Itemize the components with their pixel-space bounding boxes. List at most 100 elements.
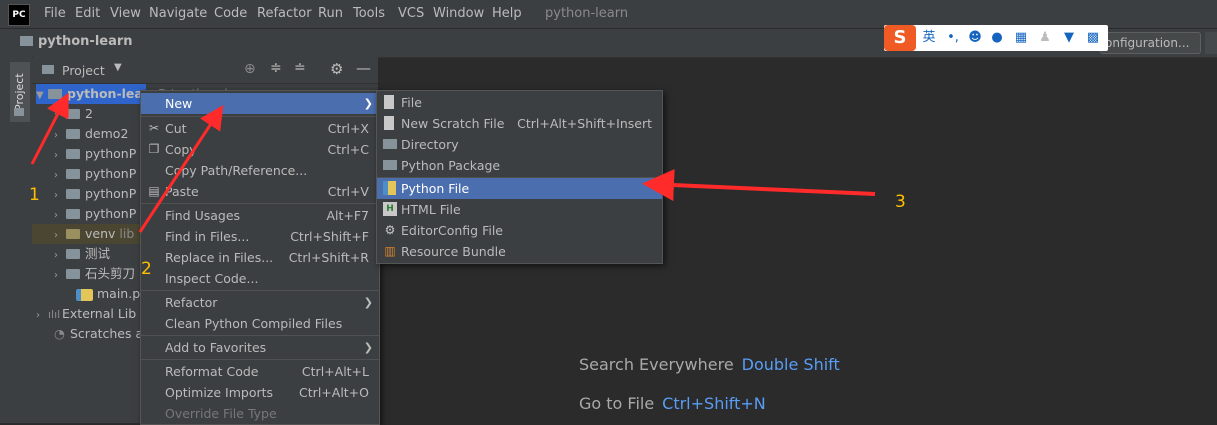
annotation-arrow-3 <box>642 169 876 202</box>
tree-row[interactable]: › pythonP <box>54 184 136 204</box>
ime-punct-toggle[interactable]: •, <box>944 29 962 47</box>
chevron-down-icon[interactable]: ▼ <box>114 62 122 73</box>
submenu-item-html-file[interactable]: H HTML File <box>377 199 662 220</box>
skin-icon[interactable]: ▼ <box>1060 29 1078 47</box>
ime-lang-toggle[interactable]: 英 <box>920 29 938 47</box>
menu-item-copy[interactable]: ❐ Copy Ctrl+C <box>141 139 379 160</box>
menu-item-cut[interactable]: ✂ Cut Ctrl+X <box>141 118 379 139</box>
folder-icon <box>42 65 54 74</box>
menu-item-clean-compiled[interactable]: Clean Python Compiled Files <box>141 313 379 334</box>
folder-icon <box>66 268 80 279</box>
emoji-icon[interactable]: ☻ <box>966 29 984 47</box>
folder-icon <box>66 108 80 119</box>
submenu-item-python-file[interactable]: Python File <box>377 178 662 199</box>
keyboard-icon[interactable]: ▦ <box>1012 29 1030 47</box>
menu-item-find-usages[interactable]: Find Usages Alt+F7 <box>141 205 379 226</box>
menu-item-paste[interactable]: ▤ Paste Ctrl+V <box>141 181 379 202</box>
menu-item-reformat-code[interactable]: Reformat Code Ctrl+Alt+L <box>141 361 379 382</box>
project-panel-header: Project ▼ ⊕ ≑ ≐ ⚙ — <box>32 57 378 84</box>
tree-item-label: 测试 <box>85 246 111 261</box>
annotation-label-1: 1 <box>29 185 40 205</box>
tree-row[interactable]: › pythonP <box>54 164 136 184</box>
menu-run[interactable]: Run <box>318 6 343 21</box>
tree-item-label: venv <box>85 226 116 241</box>
scratch-file-icon <box>384 116 394 130</box>
tree-row[interactable]: › demo2 <box>54 124 128 144</box>
menu-code[interactable]: Code <box>214 6 247 21</box>
chevron-right-icon: ❯ <box>363 97 373 110</box>
menu-view[interactable]: View <box>110 6 141 21</box>
menu-vcs[interactable]: VCS <box>398 6 424 21</box>
menu-file[interactable]: File <box>44 6 66 21</box>
menu-item-refactor[interactable]: Refactor ❯ <box>141 292 379 313</box>
collapse-all-icon[interactable]: ≐ <box>294 60 306 76</box>
gear-icon[interactable]: ⚙ <box>330 60 343 78</box>
menu-item-inspect-code[interactable]: Inspect Code... <box>141 268 379 289</box>
run-configuration-button[interactable]: onfiguration... <box>1100 32 1201 54</box>
menu-item-replace-in-files[interactable]: Replace in Files... Ctrl+Shift+R <box>141 247 379 268</box>
menu-window[interactable]: Window <box>433 6 484 21</box>
tree-item-label: 石头剪刀 <box>85 266 136 281</box>
panel-title[interactable]: Project <box>62 63 105 78</box>
menu-item-find-in-files[interactable]: Find in Files... Ctrl+Shift+F <box>141 226 379 247</box>
tree-row[interactable]: › pythonP <box>54 144 136 164</box>
locate-icon[interactable]: ⊕ <box>244 61 256 77</box>
resource-bundle-icon: ▥ <box>384 244 396 258</box>
menu-navigate[interactable]: Navigate <box>149 6 207 21</box>
expand-all-icon[interactable]: ≑ <box>270 60 282 76</box>
pycharm-logo: PC <box>8 4 30 26</box>
gear-icon: ⚙ <box>384 223 396 237</box>
menu-help[interactable]: Help <box>492 6 522 21</box>
file-icon <box>384 95 394 109</box>
submenu-item-directory[interactable]: Directory <box>377 134 662 155</box>
tree-row[interactable]: main.py <box>76 284 148 304</box>
sogou-logo-icon[interactable]: S <box>884 25 916 51</box>
menu-refactor[interactable]: Refactor <box>257 6 312 21</box>
annotation-label-3: 3 <box>895 192 906 212</box>
tree-item-label: pythonP <box>85 146 137 161</box>
scissors-icon: ✂ <box>148 121 160 135</box>
menu-edit[interactable]: Edit <box>75 6 100 21</box>
chevron-right-icon: ❯ <box>363 341 373 354</box>
tree-row[interactable]: › 石头剪刀 <box>54 264 135 284</box>
tree-item-label: demo2 <box>85 126 129 141</box>
submenu-item-new-scratch[interactable]: New Scratch File Ctrl+Alt+Shift+Insert <box>377 113 662 134</box>
submenu-item-resource-bundle[interactable]: ▥ Resource Bundle <box>377 241 662 262</box>
menu-item-copy-path[interactable]: Copy Path/Reference... <box>141 160 379 181</box>
tree-row-root[interactable]: ▼ python-learn <box>36 84 158 106</box>
minimize-icon[interactable]: — <box>356 59 371 77</box>
python-file-icon <box>76 288 93 301</box>
tree-item-label: pythonP <box>85 166 137 181</box>
folder-icon <box>66 248 80 259</box>
folder-icon <box>66 188 80 199</box>
breadcrumb[interactable]: python-learn <box>38 34 133 49</box>
tree-item-label: 2 <box>85 106 93 121</box>
tree-item-label: External Lib <box>62 306 137 321</box>
submenu-item-python-package[interactable]: Python Package <box>377 155 662 176</box>
folder-icon <box>383 139 397 149</box>
menu-item-add-to-favorites[interactable]: Add to Favorites ❯ <box>141 337 379 358</box>
tree-row[interactable]: › pythonP <box>54 204 136 224</box>
menu-item-override-file-type[interactable]: Override File Type <box>141 403 379 424</box>
tree-row[interactable]: › ılıl External Lib <box>36 304 136 324</box>
menu-item-optimize-imports[interactable]: Optimize Imports Ctrl+Alt+O <box>141 382 379 403</box>
toolbox-icon[interactable]: ▩ <box>1084 29 1102 47</box>
html-file-icon: H <box>383 202 397 216</box>
tree-item-label: pythonP <box>85 206 137 221</box>
toolbar-overflow <box>1205 32 1217 54</box>
tree-row[interactable]: ◔ Scratches a <box>54 324 143 344</box>
microphone-icon[interactable]: ● <box>988 29 1006 47</box>
scratches-icon: ◔ <box>54 326 65 341</box>
python-file-icon <box>383 181 396 195</box>
user-icon[interactable]: ♟ <box>1036 29 1054 47</box>
folder-icon <box>48 88 62 99</box>
submenu-item-file[interactable]: File <box>377 92 662 113</box>
menu-item-new[interactable]: New ❯ <box>141 93 379 114</box>
menu-tools[interactable]: Tools <box>353 6 385 21</box>
copy-icon: ❐ <box>148 142 160 156</box>
tree-row[interactable]: › 2 <box>54 104 93 124</box>
chevron-down-icon[interactable]: ▼ <box>36 86 48 106</box>
submenu-item-editorconfig[interactable]: ⚙ EditorConfig File <box>377 220 662 241</box>
menu-bar: PC File Edit View Navigate Code Refactor… <box>0 0 1217 28</box>
tree-row[interactable]: › 测试 <box>54 244 110 264</box>
